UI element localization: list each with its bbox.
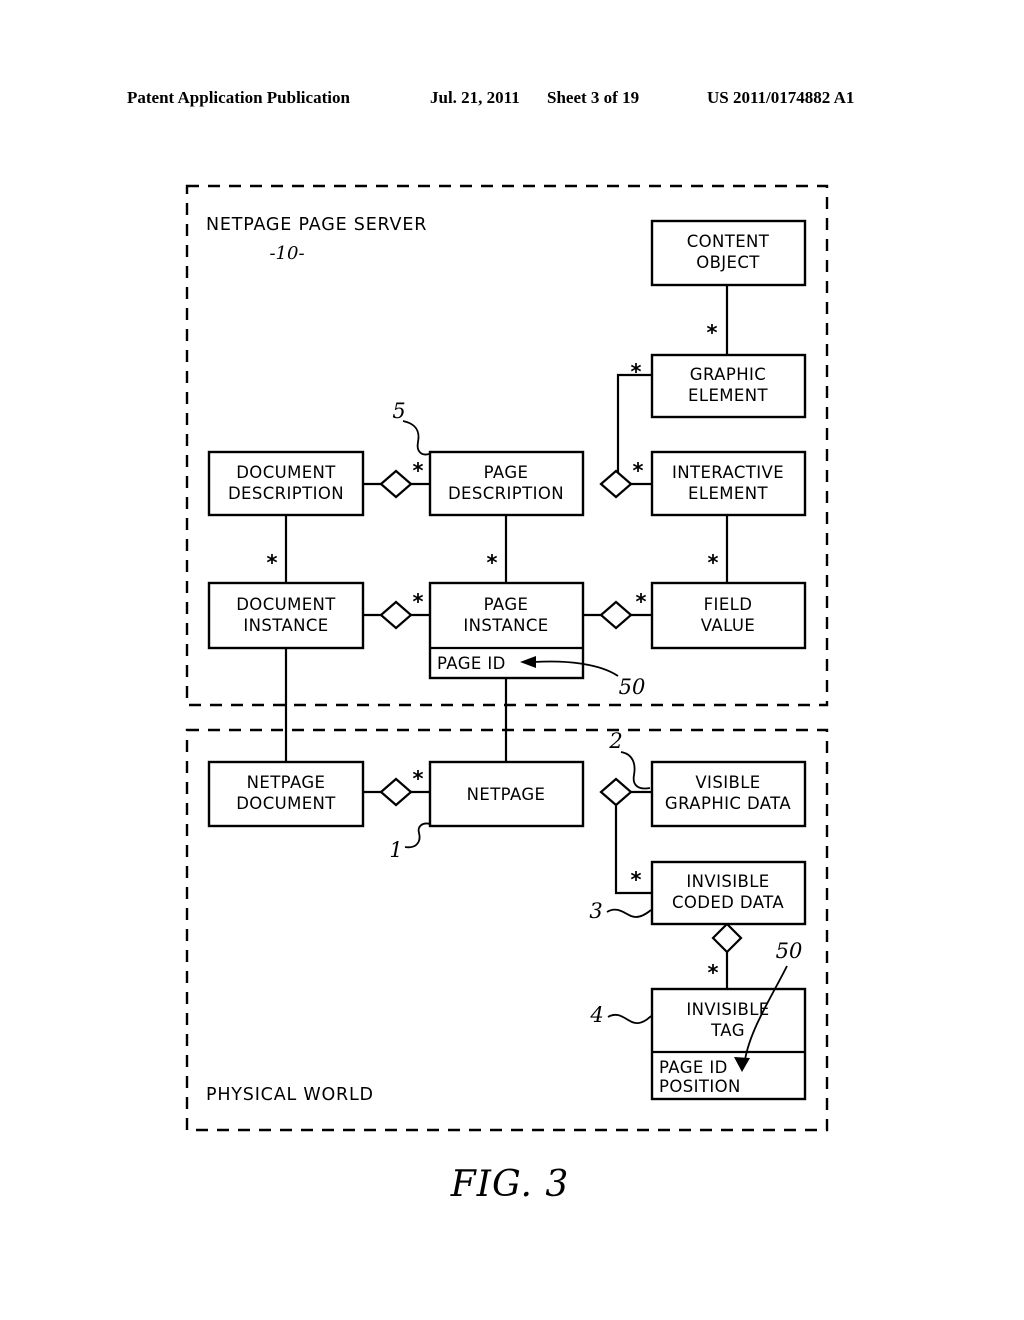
- node-invisible-coded-data-line-2: CODED DATA: [672, 893, 784, 912]
- multiplicity-star-interactive-element-field-value: *: [708, 551, 719, 575]
- aggregation-diamond-invisible-coded-data: [711, 922, 743, 954]
- node-page-instance-line-2: INSTANCE: [463, 616, 548, 635]
- node-document-description[interactable]: DOCUMENT DESCRIPTION: [207, 450, 365, 517]
- multiplicity-star-invisible-coded-data-netpage: *: [631, 868, 642, 892]
- node-graphic-element[interactable]: GRAPHIC ELEMENT: [650, 353, 807, 419]
- node-document-instance-line-2: INSTANCE: [243, 616, 328, 635]
- node-invisible-coded-data-line-1: INVISIBLE: [686, 872, 769, 891]
- multiplicity-star-page-description-page-instance: *: [487, 551, 498, 575]
- node-field-value-line-1: FIELD: [704, 595, 753, 614]
- reference-numeral-2: 2: [608, 729, 622, 753]
- multiplicity-star-netpage-netpage-document: *: [413, 767, 424, 791]
- connector-graphic-element-page-description: [601, 373, 652, 486]
- reference-numeral-50-bottom: 50: [776, 939, 803, 963]
- region-label-netpage-page-server: NETPAGE PAGE SERVER: [206, 215, 427, 235]
- node-invisible-tag-line-2: TAG: [710, 1021, 745, 1040]
- node-page-instance-attribute-page-id: PAGE ID: [437, 654, 506, 673]
- node-netpage-document-line-2: DOCUMENT: [236, 794, 336, 813]
- leader-line-ref-1: [404, 822, 431, 849]
- node-graphic-element-line-1: GRAPHIC: [690, 365, 766, 384]
- leader-line-ref-2: [620, 751, 651, 790]
- node-interactive-element[interactable]: INTERACTIVE ELEMENT: [650, 450, 807, 517]
- aggregation-diamond-page-description-right: [599, 469, 633, 499]
- figure-caption: FIG. 3: [450, 1164, 569, 1205]
- reference-numeral-4: 4: [589, 1003, 603, 1027]
- region-ref-netpage-page-server: -10-: [269, 243, 304, 264]
- node-page-instance-line-1: PAGE: [484, 595, 529, 614]
- node-netpage[interactable]: NETPAGE: [428, 760, 585, 828]
- node-netpage-document-line-1: NETPAGE: [247, 773, 326, 792]
- aggregation-diamond-document-instance: [379, 600, 413, 630]
- node-visible-graphic-data-line-1: VISIBLE: [695, 773, 760, 792]
- node-netpage-line-1: NETPAGE: [467, 785, 546, 804]
- aggregation-diamond-page-instance-right: [599, 600, 633, 630]
- node-page-description-line-1: PAGE: [484, 463, 529, 482]
- multiplicity-star-page-instance-document-instance: *: [413, 590, 424, 614]
- region-label-physical-world: PHYSICAL WORLD: [206, 1085, 374, 1105]
- node-document-instance-line-1: DOCUMENT: [236, 595, 336, 614]
- node-interactive-element-line-2: ELEMENT: [688, 484, 768, 503]
- multiplicity-star-invisible-tag-invisible-coded-data: *: [708, 961, 719, 985]
- multiplicity-star-graphic-element-page-description: *: [631, 360, 642, 384]
- node-visible-graphic-data-line-2: GRAPHIC DATA: [665, 794, 791, 813]
- leader-line-ref-4: [607, 1013, 652, 1024]
- node-invisible-tag-line-1: INVISIBLE: [686, 1000, 769, 1019]
- node-content-object-line-1: CONTENT: [687, 232, 770, 251]
- multiplicity-star-interactive-element-page-description: *: [633, 459, 644, 483]
- leader-line-ref-3: [606, 908, 652, 918]
- node-page-instance[interactable]: PAGE INSTANCE PAGE ID: [428, 581, 585, 680]
- node-invisible-tag[interactable]: INVISIBLE TAG PAGE ID POSITION: [650, 987, 807, 1101]
- node-netpage-document[interactable]: NETPAGE DOCUMENT: [207, 760, 365, 828]
- node-invisible-tag-attribute-position: POSITION: [659, 1077, 741, 1096]
- multiplicity-star-page-description-document-description: *: [413, 459, 424, 483]
- node-document-description-line-1: DOCUMENT: [236, 463, 336, 482]
- multiplicity-star-field-value-page-instance: *: [636, 590, 647, 614]
- node-interactive-element-line-1: INTERACTIVE: [672, 463, 784, 482]
- node-document-instance[interactable]: DOCUMENT INSTANCE: [207, 581, 365, 650]
- node-field-value-line-2: VALUE: [701, 616, 755, 635]
- reference-numeral-1: 1: [389, 838, 402, 862]
- patent-figure-page: Patent Application Publication Jul. 21, …: [0, 0, 1024, 1320]
- figure-3-diagram: NETPAGE PAGE SERVER -10- PHYSICAL WORLD: [185, 184, 829, 1205]
- multiplicity-star-document-description-document-instance: *: [267, 551, 278, 575]
- node-field-value[interactable]: FIELD VALUE: [650, 581, 807, 650]
- leader-line-ref-5: [402, 420, 430, 456]
- node-page-description-line-2: DESCRIPTION: [448, 484, 564, 503]
- reference-numeral-3: 3: [589, 899, 602, 923]
- node-content-object-line-2: OBJECT: [696, 253, 760, 272]
- node-graphic-element-line-2: ELEMENT: [688, 386, 768, 405]
- reference-numeral-5: 5: [392, 399, 405, 423]
- multiplicity-star-content-object-graphic-element: *: [707, 321, 718, 345]
- node-document-description-line-2: DESCRIPTION: [228, 484, 344, 503]
- aggregation-diamond-netpage-document: [379, 777, 413, 807]
- node-invisible-tag-attribute-page-id: PAGE ID: [659, 1058, 728, 1077]
- aggregation-diamond-document-description: [379, 469, 413, 499]
- node-content-object[interactable]: CONTENT OBJECT: [650, 219, 807, 287]
- reference-numeral-50-top: 50: [619, 675, 646, 699]
- node-visible-graphic-data[interactable]: VISIBLE GRAPHIC DATA: [650, 760, 807, 828]
- aggregation-diamond-netpage-right: [599, 777, 633, 807]
- node-invisible-coded-data[interactable]: INVISIBLE CODED DATA: [650, 860, 807, 926]
- node-page-description[interactable]: PAGE DESCRIPTION: [428, 450, 585, 517]
